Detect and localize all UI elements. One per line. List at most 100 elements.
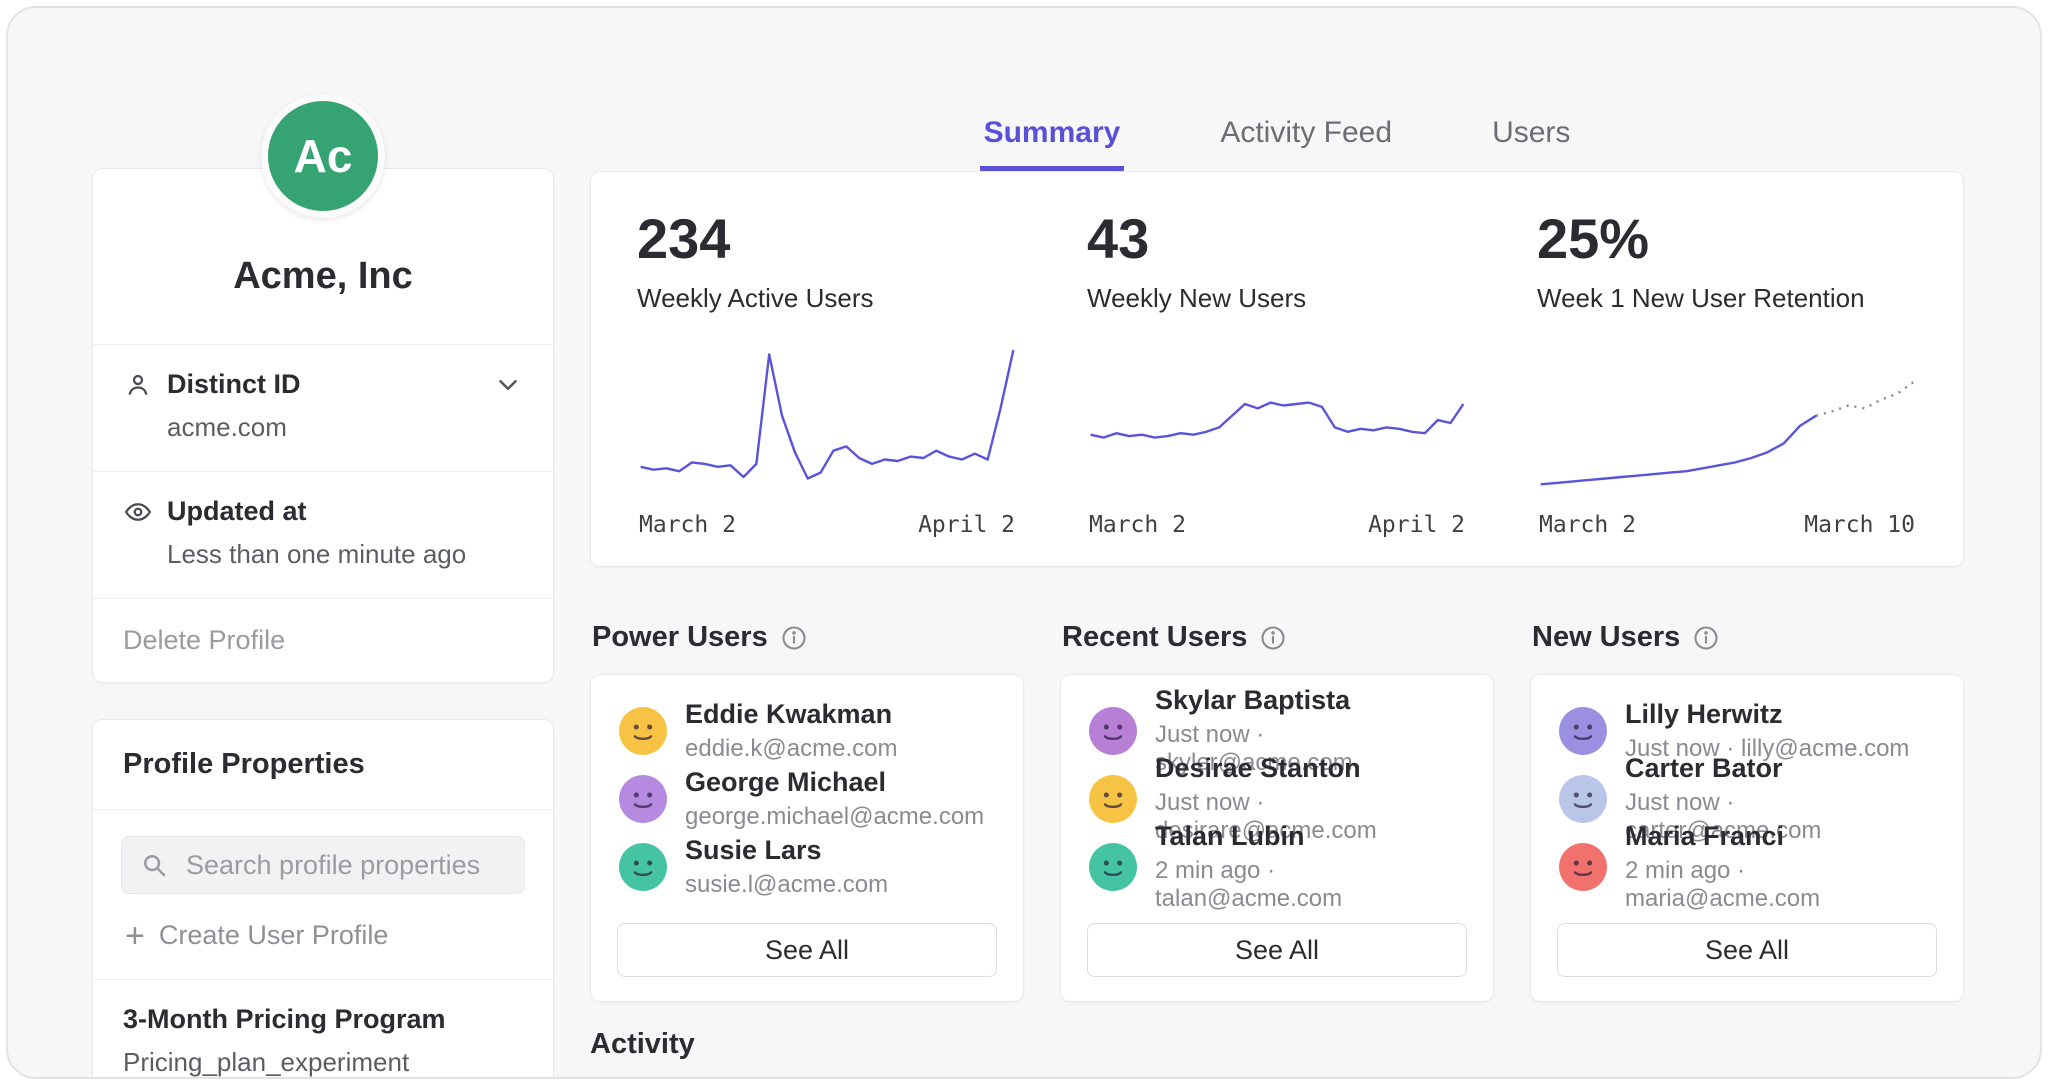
metric-value: 43 [1087,206,1467,271]
user-meta: george.michael@acme.com [685,803,984,831]
person-icon [123,370,153,400]
user-meta: susie.l@acme.com [685,871,888,899]
axis-label-start: March 2 [1089,512,1186,538]
user-name: Desirae Stanton [1155,753,1465,784]
updated-at-value: Less than one minute ago [167,539,523,570]
metric-label: Weekly New Users [1087,283,1467,314]
info-icon[interactable] [780,624,808,652]
user-row[interactable]: Eddie Kwakman eddie.k@acme.com [591,697,1023,765]
user-name: Talan Lubin [1155,821,1465,852]
face-icon [619,775,667,823]
user-name: George Michael [685,767,984,798]
face-icon [619,707,667,755]
metric-week1-retention: 25% Week 1 New User Retention March 2 Ma… [1537,206,1917,538]
info-icon[interactable] [1692,624,1720,652]
company-avatar: Ac [261,94,385,218]
delete-profile-button[interactable]: Delete Profile [93,598,553,682]
user-meta: eddie.k@acme.com [685,735,897,763]
create-user-profile-label: Create User Profile [159,920,389,951]
company-name: Acme, Inc [93,255,553,344]
user-avatar [1089,775,1137,823]
axis-label-end: March 10 [1804,512,1915,538]
recent-users-card: Skylar Baptista Just now · skyler@acme.c… [1060,674,1494,1002]
user-row[interactable]: Maria Franci 2 min ago · maria@acme.com [1531,833,1963,901]
metric-weekly-new-users: 43 Weekly New Users March 2 April 2 [1087,206,1467,538]
user-name: Eddie Kwakman [685,699,897,730]
see-all-button[interactable]: See All [1087,923,1467,977]
user-row[interactable]: George Michael george.michael@acme.com [591,765,1023,833]
list-title: Recent Users [1062,621,1247,654]
user-text: Eddie Kwakman eddie.k@acme.com [685,699,897,763]
create-user-profile-button[interactable]: + Create User Profile [93,900,553,979]
user-avatar [1089,707,1137,755]
face-icon [619,843,667,891]
user-name: Carter Bator [1625,753,1935,784]
user-avatar [619,775,667,823]
user-name: Maria Franci [1625,821,1935,852]
list-title: Power Users [592,621,768,654]
summary-metrics-card: 234 Weekly Active Users March 2 April 2 … [590,171,1964,567]
user-meta: 2 min ago · maria@acme.com [1625,857,1935,913]
face-icon [1559,707,1607,755]
week1-retention-chart [1537,338,1917,508]
face-icon [1559,843,1607,891]
search-profile-properties-input[interactable] [121,836,525,894]
activity-section-title: Activity [590,1028,1964,1061]
user-lists: Power Users Eddie Kwakman eddi [590,621,1964,1002]
user-text: Talan Lubin 2 min ago · talan@acme.com [1155,821,1465,913]
axis-label-start: March 2 [1539,512,1636,538]
tab-bar: Summary Activity Feed Users [590,114,1964,171]
metric-value: 25% [1537,206,1917,271]
user-avatar [1559,707,1607,755]
tab-activity-feed[interactable]: Activity Feed [1216,114,1396,171]
face-icon [1089,843,1137,891]
distinct-id-row[interactable]: Distinct ID acme.com [93,344,553,471]
metric-label: Week 1 New User Retention [1537,283,1917,314]
user-row[interactable]: Susie Lars susie.l@acme.com [591,833,1023,901]
eye-icon [123,497,153,527]
chevron-down-icon[interactable] [493,370,523,400]
user-name: Susie Lars [685,835,888,866]
axis-label-end: April 2 [918,512,1015,538]
user-name: Lilly Herwitz [1625,699,1909,730]
metric-label: Weekly Active Users [637,283,1017,314]
updated-at-label: Updated at [167,496,523,527]
see-all-button[interactable]: See All [617,923,997,977]
main-content: Summary Activity Feed Users 234 Weekly A… [590,8,1964,1077]
user-text: Susie Lars susie.l@acme.com [685,835,888,899]
user-meta: 2 min ago · talan@acme.com [1155,857,1465,913]
profile-properties-title: Profile Properties [93,720,553,810]
property-row-pricing-program[interactable]: 3-Month Pricing Program Pricing_plan_exp… [93,979,553,1079]
profile-card: Acme, Inc Distinct ID acme.com [92,168,554,683]
profile-sidebar: Ac Acme, Inc Distinct ID acme.com [92,8,554,1077]
user-text: George Michael george.michael@acme.com [685,767,984,831]
property-search [121,836,525,894]
power-users-card: Eddie Kwakman eddie.k@acme.com George Mi… [590,674,1024,1002]
face-icon [1559,775,1607,823]
property-name: 3-Month Pricing Program [123,1004,523,1035]
list-title: New Users [1532,621,1680,654]
user-row[interactable]: Talan Lubin 2 min ago · talan@acme.com [1061,833,1493,901]
new-users-column: New Users Lilly Herwitz Just n [1530,621,1964,1002]
axis-label-start: March 2 [639,512,736,538]
tab-summary[interactable]: Summary [980,114,1125,171]
face-icon [1089,775,1137,823]
updated-at-head: Updated at [123,496,523,527]
axis-label-end: April 2 [1368,512,1465,538]
user-avatar [1089,843,1137,891]
property-value: Pricing_plan_experiment [123,1047,523,1078]
plus-icon: + [125,924,145,948]
info-icon[interactable] [1259,624,1287,652]
face-icon [1089,707,1137,755]
layout: Ac Acme, Inc Distinct ID acme.com [8,8,2040,1077]
distinct-id-label: Distinct ID [167,369,479,400]
metric-value: 234 [637,206,1017,271]
x-axis-labels: March 2 March 10 [1537,512,1917,538]
user-avatar [619,707,667,755]
app-window: Ac Acme, Inc Distinct ID acme.com [6,6,2042,1079]
user-avatar [1559,775,1607,823]
recent-users-header: Recent Users [1060,621,1494,654]
tab-users[interactable]: Users [1488,114,1574,171]
see-all-button[interactable]: See All [1557,923,1937,977]
x-axis-labels: March 2 April 2 [1087,512,1467,538]
